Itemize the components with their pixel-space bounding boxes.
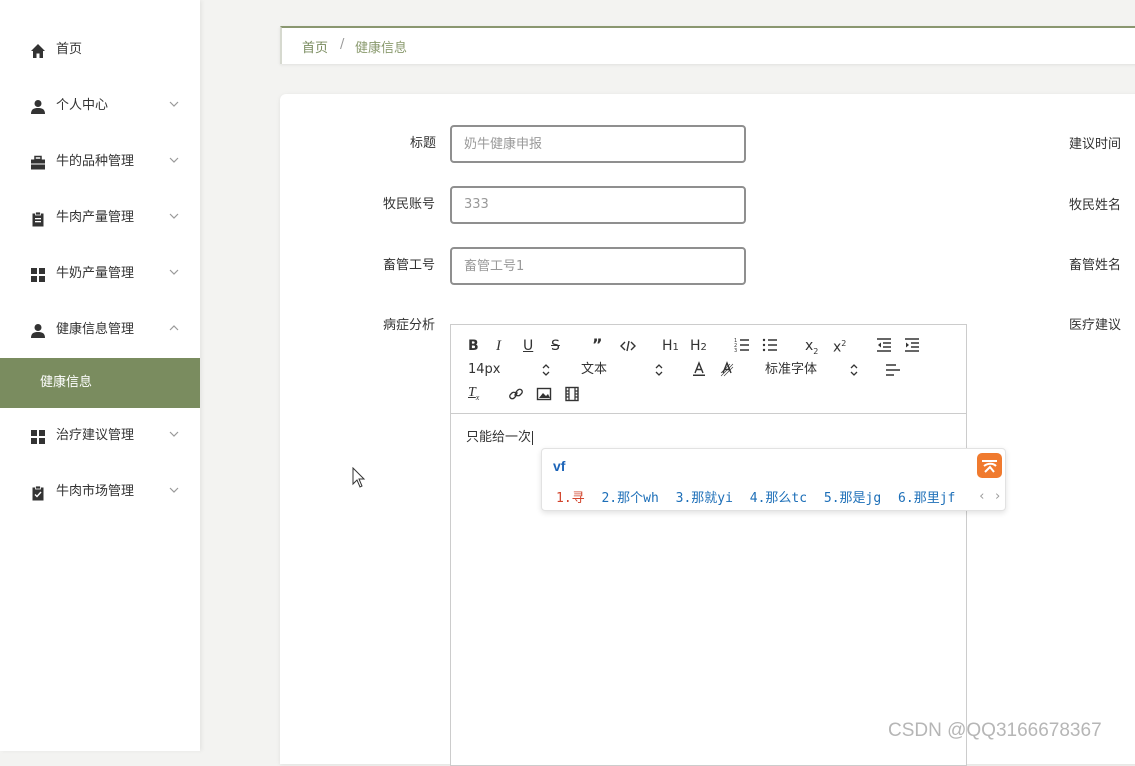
briefcase-icon — [31, 155, 45, 170]
medical-advice-label: 医疗建议 — [1069, 318, 1122, 333]
ime-candidate[interactable]: 5.那是jg — [824, 491, 881, 506]
breadcrumb: 首页 / 健康信息 — [280, 26, 1135, 64]
staff-no-label: 畜管工号 — [383, 258, 436, 273]
chevron-down-icon — [169, 157, 179, 163]
bullet-list-icon[interactable] — [762, 337, 778, 353]
ime-candidate[interactable]: 4.那么tc — [750, 491, 807, 506]
editor-content[interactable]: 只能给一次 — [466, 426, 534, 445]
sidebar-item-label: 牛肉产量管理 — [56, 210, 135, 225]
chevron-down-icon — [169, 487, 179, 493]
indent-icon[interactable] — [904, 337, 920, 353]
font-family-select[interactable]: 标准字体 — [765, 362, 817, 378]
svg-text:3: 3 — [734, 348, 737, 353]
chevron-down-icon — [169, 431, 179, 437]
breadcrumb-home-link[interactable]: 首页 — [302, 37, 328, 56]
advice-time-label: 建议时间 — [1069, 137, 1122, 152]
sidebar: 首页 个人中心 牛的品种管理 牛肉产量管理 牛奶产量管理 健康信息管理 健康信息… — [0, 0, 200, 751]
select-arrows-icon — [850, 364, 858, 376]
home-icon — [31, 44, 45, 58]
sidebar-item-label: 健康信息管理 — [56, 322, 135, 337]
mouse-pointer-icon — [352, 467, 366, 488]
ime-logo-icon — [977, 453, 1002, 478]
font-color-icon[interactable] — [691, 361, 707, 377]
blockquote-icon[interactable]: ” — [592, 337, 603, 353]
ime-candidate[interactable]: 2.那个wh — [601, 491, 658, 506]
clear-format-icon[interactable]: Tx — [468, 385, 479, 406]
select-arrows-icon — [655, 364, 663, 376]
code-icon[interactable] — [620, 338, 636, 354]
sidebar-item-label: 个人中心 — [56, 98, 109, 113]
user-icon — [31, 324, 45, 338]
sidebar-item-home[interactable]: 首页 — [0, 22, 200, 78]
sidebar-item-personal-center[interactable]: 个人中心 — [0, 78, 200, 134]
form-panel: 标题 牧民账号 333 畜管工号 病症分析 建议时间 牧民姓名 畜管姓名 医疗建… — [280, 94, 1135, 766]
editor-content-text: 只能给一次 — [466, 430, 532, 445]
clipboard-check-icon — [32, 485, 44, 501]
sidebar-item-beef-output-management[interactable]: 牛肉产量管理 — [0, 190, 200, 246]
font-size-select[interactable]: 14px — [468, 362, 501, 378]
heading2-icon[interactable]: H2 — [690, 338, 707, 356]
bold-icon[interactable]: B — [468, 338, 479, 354]
sidebar-item-label: 牛肉市场管理 — [56, 484, 135, 499]
account-field[interactable]: 333 — [450, 186, 746, 224]
ime-candidate[interactable]: 1.寻 — [556, 491, 585, 506]
subscript-icon[interactable]: x2 — [805, 338, 818, 360]
ime-composition-text: vf — [553, 458, 566, 474]
strikethrough-icon[interactable]: S — [551, 338, 560, 354]
video-icon[interactable] — [564, 386, 580, 402]
grid-icon — [31, 268, 45, 282]
staff-no-input[interactable] — [450, 247, 746, 285]
staff-name-label: 畜管姓名 — [1069, 258, 1122, 273]
link-icon[interactable] — [508, 386, 524, 402]
watermark: CSDN @QQ3166678367 — [888, 720, 1102, 741]
chevron-up-icon — [169, 325, 179, 331]
sidebar-item-label: 牛奶产量管理 — [56, 266, 135, 281]
grid-icon — [31, 430, 45, 444]
text-caret — [532, 430, 534, 445]
sidebar-item-milk-output-management[interactable]: 牛奶产量管理 — [0, 246, 200, 302]
sidebar-item-label: 首页 — [56, 42, 83, 57]
chevron-down-icon — [169, 213, 179, 219]
superscript-icon[interactable]: x2 — [833, 336, 846, 356]
background-color-icon[interactable] — [719, 361, 735, 377]
text-type-select[interactable]: 文本 — [581, 362, 607, 378]
outdent-icon[interactable] — [876, 337, 892, 353]
underline-icon[interactable]: U — [523, 338, 533, 354]
ime-candidate-window: vf 1.寻 2.那个wh 3.那就yi 4.那么tc 5.那是jg 6.那里j… — [541, 448, 1006, 511]
chevron-down-icon — [169, 101, 179, 107]
sidebar-item-label: 牛的品种管理 — [56, 154, 135, 169]
account-label: 牧民账号 — [383, 197, 436, 212]
sidebar-item-beef-market-management[interactable]: 牛肉市场管理 — [0, 464, 200, 520]
select-arrows-icon — [542, 364, 550, 376]
align-left-icon[interactable] — [885, 362, 901, 378]
sidebar-subitem-health-info[interactable]: 健康信息 — [0, 358, 200, 408]
sidebar-item-treatment-advice-management[interactable]: 治疗建议管理 — [0, 408, 200, 464]
title-label: 标题 — [410, 136, 437, 151]
rich-text-editor: B I U S ” H1 H2 123 x2 x2 14px 文本 标准字体 T… — [450, 324, 967, 766]
sidebar-item-label: 治疗建议管理 — [56, 428, 135, 443]
sidebar-item-health-info-management[interactable]: 健康信息管理 — [0, 302, 200, 358]
editor-toolbar: B I U S ” H1 H2 123 x2 x2 14px 文本 标准字体 T… — [451, 325, 966, 414]
herder-name-label: 牧民姓名 — [1069, 198, 1122, 213]
chevron-down-icon — [169, 269, 179, 275]
clipboard-icon — [32, 211, 44, 227]
image-icon[interactable] — [536, 386, 552, 402]
symptom-label: 病症分析 — [383, 318, 436, 333]
sidebar-subitem-label: 健康信息 — [40, 375, 93, 390]
ime-candidate[interactable]: 3.那就yi — [676, 491, 733, 506]
ime-candidate-list: 1.寻 2.那个wh 3.那就yi 4.那么tc 5.那是jg 6.那里jf — [556, 487, 964, 506]
sidebar-item-breed-management[interactable]: 牛的品种管理 — [0, 134, 200, 190]
user-icon — [31, 100, 45, 114]
breadcrumb-separator: / — [340, 37, 345, 52]
heading1-icon[interactable]: H1 — [662, 338, 679, 356]
ordered-list-icon[interactable]: 123 — [734, 337, 750, 353]
breadcrumb-current: 健康信息 — [355, 41, 408, 56]
ime-page-nav[interactable]: ‹ › — [978, 489, 1001, 504]
italic-icon[interactable]: I — [496, 338, 501, 354]
title-input[interactable] — [450, 125, 746, 163]
ime-candidate[interactable]: 6.那里jf — [898, 491, 955, 506]
